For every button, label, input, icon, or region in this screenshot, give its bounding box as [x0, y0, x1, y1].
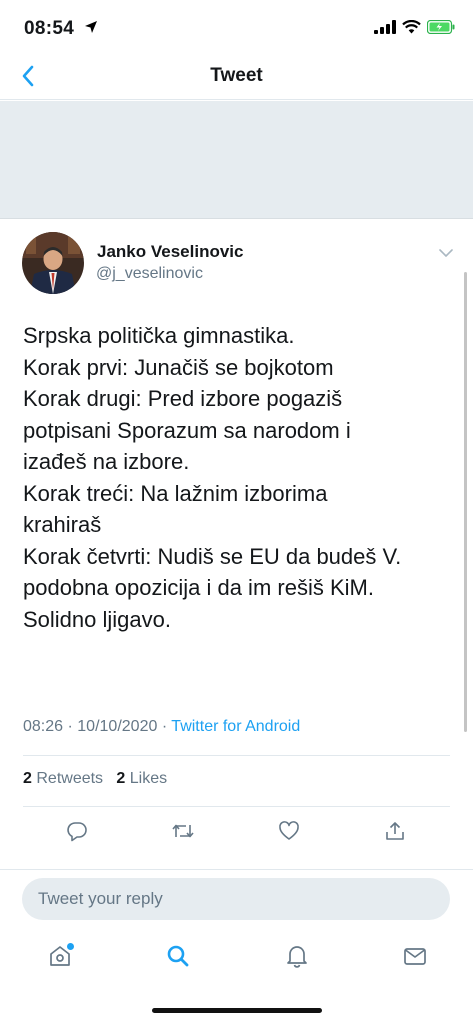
- avatar[interactable]: [22, 232, 84, 294]
- reply-button[interactable]: [64, 818, 90, 844]
- meta-separator: ·: [67, 718, 78, 735]
- divider: [23, 755, 450, 756]
- tweet-detail: Janko Veselinovic @j_veselinovic Srpska …: [0, 220, 473, 870]
- status-time: 08:54: [24, 18, 75, 39]
- mail-icon: [404, 948, 426, 965]
- notification-dot: [67, 943, 74, 950]
- tab-notifications[interactable]: [282, 941, 312, 971]
- reply-placeholder: Tweet your reply: [38, 889, 163, 908]
- battery-icon: [427, 20, 455, 34]
- nav-bar: Tweet: [0, 56, 473, 100]
- share-button[interactable]: [382, 818, 408, 844]
- tweet-text-line: Korak treći: Na lažnim izborima: [23, 480, 328, 506]
- tweet-text-line: potpisani Sporazum sa narodom i: [23, 417, 351, 443]
- share-icon: [386, 822, 404, 840]
- tab-bar: [0, 935, 473, 995]
- tweet-source-link[interactable]: Twitter for Android: [171, 718, 300, 735]
- tweet-actions: [0, 812, 473, 852]
- retweet-button[interactable]: [170, 818, 196, 844]
- home-indicator: [152, 1008, 322, 1013]
- comment-icon: [67, 822, 87, 842]
- tweet-stats: 2 Retweets 2 Likes: [23, 770, 167, 788]
- retweets-count: 2: [23, 770, 32, 787]
- search-icon: [167, 945, 189, 967]
- tweet-time: 08:26: [23, 718, 64, 735]
- wifi-icon: [402, 20, 421, 34]
- heart-icon: [279, 821, 299, 840]
- meta-separator: ·: [161, 718, 172, 735]
- author-name[interactable]: Janko Veselinovic: [97, 242, 243, 262]
- avatar-photo: [22, 232, 84, 294]
- likes-label: Likes: [129, 770, 168, 787]
- divider: [23, 806, 450, 807]
- tweet-text-line: Solidno ljigavo.: [23, 606, 171, 632]
- likes-stat[interactable]: 2 Likes: [116, 770, 167, 787]
- retweets-label: Retweets: [36, 770, 104, 787]
- retweet-icon: [172, 824, 194, 838]
- tab-messages[interactable]: [400, 941, 430, 971]
- tweet-text-line: podobna opozicija i da im rešiš KiM.: [23, 575, 374, 600]
- tweet-text-line: Korak prvi: Junačiš se bojkotom: [23, 354, 334, 380]
- status-indicators: [374, 20, 455, 34]
- scroll-indicator: [464, 272, 467, 732]
- tweet-date: 10/10/2020: [77, 718, 158, 735]
- likes-count: 2: [116, 770, 126, 787]
- bell-icon: [287, 946, 307, 968]
- retweets-stat[interactable]: 2 Retweets: [23, 770, 103, 787]
- status-bar: 08:54: [0, 0, 473, 56]
- author-handle[interactable]: @j_veselinovic: [96, 265, 203, 283]
- reply-input[interactable]: Tweet your reply: [22, 878, 450, 920]
- page-title: Tweet: [210, 65, 263, 86]
- tweet-meta: 08:26 · 10/10/2020 · Twitter for Android: [23, 718, 300, 736]
- tweet-text-line: Korak četvrti: Nudiš se EU da budeš V.: [23, 543, 402, 569]
- signal-icon: [374, 20, 396, 34]
- tweet-text-line: Srpska politička gimnastika.: [23, 323, 295, 348]
- tweet-text: Srpska politička gimnastika. Korak prvi:…: [23, 320, 453, 635]
- like-button[interactable]: [276, 818, 302, 844]
- header-media-area: [0, 101, 473, 219]
- tab-search[interactable]: [163, 941, 193, 971]
- tab-home[interactable]: [45, 941, 75, 971]
- tweet-text-line: krahiraš: [23, 512, 102, 537]
- location-arrow-icon: [85, 21, 97, 33]
- tweet-text-line: izađeš na izbore.: [23, 449, 190, 474]
- chevron-down-icon[interactable]: [437, 246, 455, 260]
- tweet-text-line: Korak drugi: Pred izbore pogaziš: [23, 386, 343, 411]
